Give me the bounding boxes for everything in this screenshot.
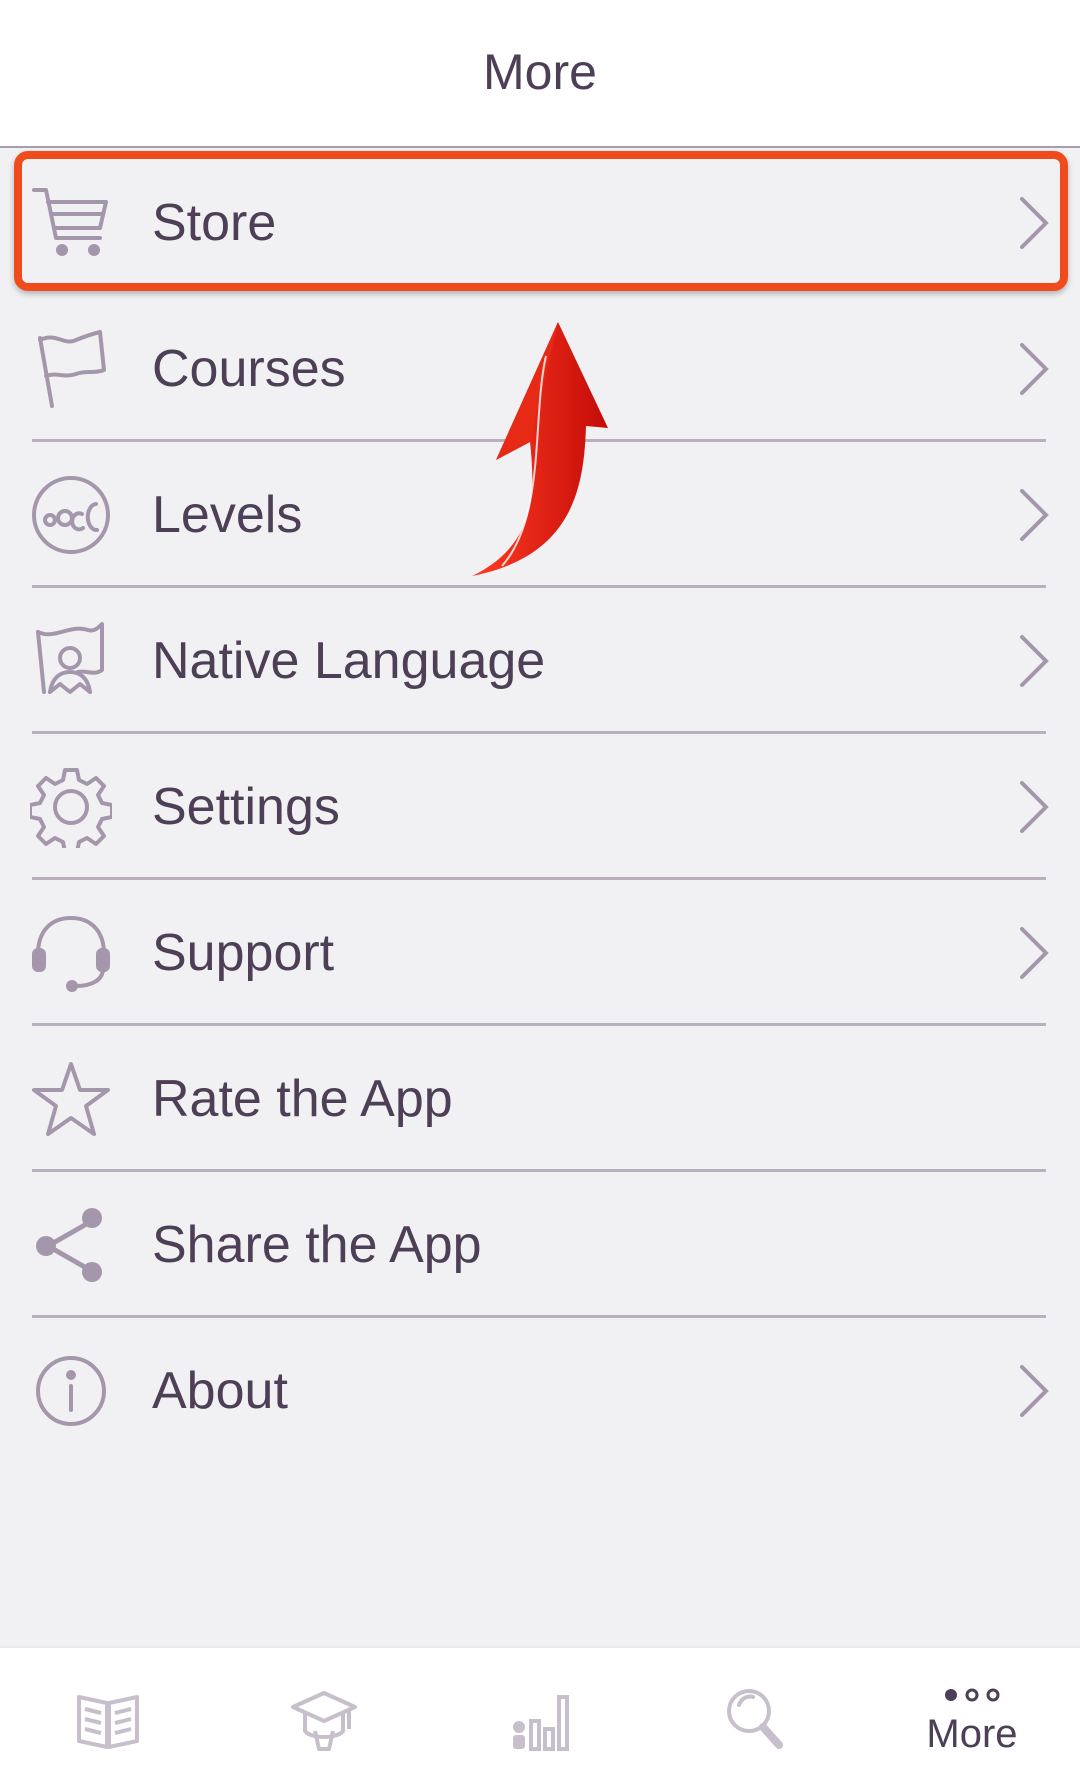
cart-icon	[30, 182, 112, 264]
chevron-right-icon	[1016, 631, 1052, 691]
more-menu-list: Store Courses Levels Native Language Set…	[0, 150, 1080, 1464]
more-dots-icon	[937, 1680, 1007, 1710]
chevron-right-icon	[1016, 923, 1052, 983]
graduation-cap-icon	[289, 1683, 359, 1753]
info-icon	[30, 1350, 112, 1432]
menu-item-settings[interactable]: Settings	[0, 734, 1080, 880]
flag-icon	[30, 328, 112, 410]
menu-item-label: Settings	[152, 778, 340, 836]
menu-item-label: Store	[152, 194, 277, 252]
tab-stats[interactable]	[432, 1648, 648, 1788]
gear-icon	[30, 766, 112, 848]
bottom-tab-bar: More	[0, 1646, 1080, 1788]
levels-icon	[30, 474, 112, 556]
tab-courses[interactable]	[216, 1648, 432, 1788]
tab-book[interactable]	[0, 1648, 216, 1788]
menu-item-share-the-app[interactable]: Share the App	[0, 1172, 1080, 1318]
menu-item-rate-the-app[interactable]: Rate the App	[0, 1026, 1080, 1172]
menu-item-courses[interactable]: Courses	[0, 296, 1080, 442]
menu-item-native-language[interactable]: Native Language	[0, 588, 1080, 734]
chevron-right-icon	[1016, 777, 1052, 837]
chevron-right-icon	[1016, 193, 1052, 253]
chevron-right-icon	[1016, 1361, 1052, 1421]
share-icon	[30, 1204, 112, 1286]
search-icon	[721, 1683, 791, 1753]
headset-icon	[30, 912, 112, 994]
menu-item-support[interactable]: Support	[0, 880, 1080, 1026]
more-screen: More Store Courses Levels Native Languag…	[0, 0, 1080, 1788]
menu-item-label: Support	[152, 924, 335, 982]
tab-label: More	[926, 1711, 1018, 1756]
menu-item-label: About	[152, 1362, 288, 1420]
book-icon	[73, 1683, 143, 1753]
menu-item-label: Share the App	[152, 1216, 482, 1274]
chevron-right-icon	[1016, 339, 1052, 399]
page-title: More	[483, 44, 597, 100]
native-language-icon	[30, 620, 112, 702]
menu-item-label: Levels	[152, 486, 303, 544]
menu-item-about[interactable]: About	[0, 1318, 1080, 1464]
stats-icon	[505, 1683, 575, 1753]
menu-item-label: Rate the App	[152, 1070, 453, 1128]
chevron-right-icon	[1016, 485, 1052, 545]
star-icon	[30, 1058, 112, 1140]
menu-item-label: Native Language	[152, 632, 546, 690]
menu-item-levels[interactable]: Levels	[0, 442, 1080, 588]
menu-item-store[interactable]: Store	[0, 150, 1080, 296]
menu-item-label: Courses	[152, 340, 346, 398]
top-bar: More	[0, 0, 1080, 148]
tab-more[interactable]: More	[864, 1648, 1080, 1788]
tab-search[interactable]	[648, 1648, 864, 1788]
